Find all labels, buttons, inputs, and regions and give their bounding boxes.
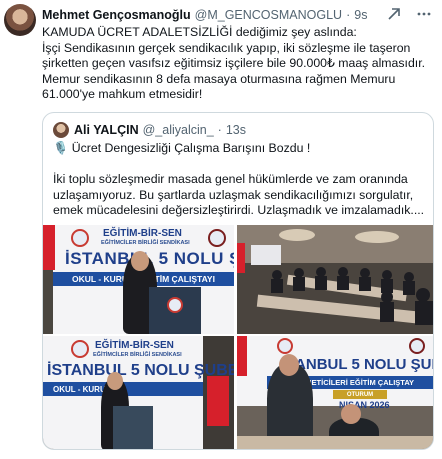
tweet-time[interactable]: 9s: [354, 8, 367, 22]
banner-subtitle: EĞİTİMCİLER BİRLİĞİ SENDİKASI: [93, 352, 182, 358]
speaker-head: [107, 372, 123, 390]
header-icons: [386, 6, 432, 22]
photo-4[interactable]: TANBUL 5 NOLU ŞUBE U YÖNETİCİLERİ EĞİTİM…: [237, 336, 433, 449]
podium: [113, 406, 153, 449]
banner-title: EĞİTİM-BİR-SEN: [103, 228, 182, 239]
quote-header: Ali YALÇIN @_aliyalcin_ · 13s: [53, 121, 246, 139]
quote-text: 🎙️ Ücret Dengesizliği Çalışma Barışını B…: [53, 141, 425, 219]
audience-scene: [237, 225, 433, 334]
tweet-text-line: Memur sendikasının 8 defa masaya oturmas…: [42, 71, 396, 102]
separator-dot: ·: [346, 8, 351, 22]
tweet-actions: [42, 452, 434, 459]
table: [237, 436, 433, 449]
photo-2[interactable]: [237, 225, 433, 334]
seal-icon: [409, 338, 425, 354]
podium-logo-icon: [167, 297, 183, 313]
quote-text-line: İki toplu sözleşmedir masada genel hüküm…: [53, 172, 425, 218]
photo-grid: EĞİTİM-BİR-SEN EĞİTİMCİLER BİRLİĞİ SENDİ…: [43, 225, 433, 449]
quoted-tweet[interactable]: Ali YALÇIN @_aliyalcin_ · 13s 🎙️ Ücret D…: [42, 112, 434, 450]
union-logo-icon: [71, 340, 89, 358]
banner-branch: İSTANBUL 5 NOLU ŞUBE: [47, 362, 234, 379]
tweet-text-line: İşçi Sendikasının gerçek sendikacılık ya…: [42, 40, 426, 71]
photo-3[interactable]: EĞİTİM-BİR-SEN EĞİTİMCİLER BİRLİĞİ SENDİ…: [43, 336, 234, 449]
author-name[interactable]: Mehmet Gençosmanoğlu: [42, 8, 191, 22]
quote-author-avatar: [53, 122, 69, 138]
speaker-head: [131, 251, 149, 271]
tweet-header: Mehmet Gençosmanoğlu @M_GENCOSMANOGLU · …: [42, 6, 432, 24]
banner-branch: TANBUL 5 NOLU ŞUBE: [287, 356, 433, 373]
banner-session: OTURUM: [333, 390, 387, 399]
banner-title: EĞİTİM-BİR-SEN: [95, 340, 174, 351]
author-avatar[interactable]: [4, 4, 36, 36]
turkish-flag: [43, 225, 55, 270]
photo-1[interactable]: EĞİTİM-BİR-SEN EĞİTİMCİLER BİRLİĞİ SENDİ…: [43, 225, 234, 334]
quote-separator-dot: ·: [217, 123, 222, 137]
turkish-flag: [237, 336, 247, 376]
tweet-text: KAMUDA ÜCRET ADALETSİZLİĞİ dediğimiz şey…: [42, 25, 434, 103]
quote-text-line: 🎙️ Ücret Dengesizliği Çalışma Barışını B…: [53, 141, 311, 155]
seated-person-head: [341, 404, 361, 424]
union-logo-icon: [71, 229, 89, 247]
quote-author-handle: @_aliyalcin_: [142, 123, 214, 137]
union-logo-icon: [277, 338, 293, 354]
quote-author-name: Ali YALÇIN: [74, 123, 139, 137]
quote-time: 13s: [225, 123, 246, 137]
turkish-flag: [207, 376, 229, 426]
author-handle[interactable]: @M_GENCOSMANOGLU: [195, 8, 342, 22]
tweet[interactable]: Mehmet Gençosmanoğlu @M_GENCOSMANOGLU · …: [0, 0, 442, 459]
standing-person-head: [279, 354, 299, 376]
seal-icon: [208, 229, 226, 247]
tweet-text-line: KAMUDA ÜCRET ADALETSİZLİĞİ dediğimiz şey…: [42, 25, 357, 39]
banner-subtitle: EĞİTİMCİLER BİRLİĞİ SENDİKASI: [101, 240, 190, 246]
grok-icon[interactable]: [386, 6, 402, 22]
more-options-icon[interactable]: [416, 6, 432, 22]
